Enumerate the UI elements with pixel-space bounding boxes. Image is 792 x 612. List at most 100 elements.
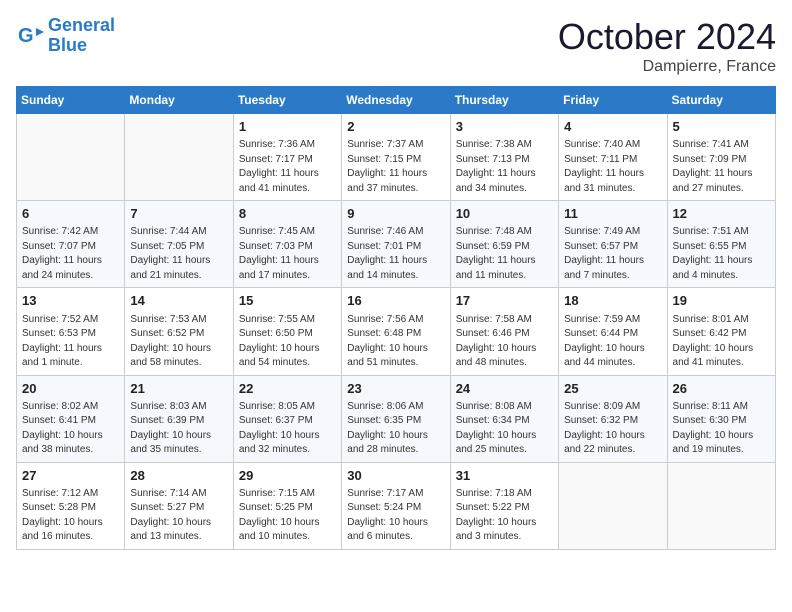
- day-info: Sunrise: 8:05 AM Sunset: 6:37 PM Dayligh…: [239, 400, 336, 458]
- calendar-cell: 3 Sunrise: 7:38 AM Sunset: 7:13 PM Daylig…: [450, 114, 558, 201]
- logo-icon: G: [16, 22, 44, 50]
- day-info: Sunrise: 7:15 AM Sunset: 5:25 PM Dayligh…: [239, 487, 336, 545]
- calendar-cell: 27 Sunrise: 7:12 AM Sunset: 5:28 PM Dayli…: [17, 462, 125, 549]
- calendar-cell: 4 Sunrise: 7:40 AM Sunset: 7:11 PM Daylig…: [559, 114, 667, 201]
- day-info: Sunrise: 7:41 AM Sunset: 7:09 PM Dayligh…: [673, 138, 770, 196]
- day-number: 13: [22, 292, 119, 310]
- day-info: Sunrise: 7:45 AM Sunset: 7:03 PM Dayligh…: [239, 225, 336, 283]
- day-number: 9: [347, 205, 444, 223]
- calendar-cell: 31 Sunrise: 7:18 AM Sunset: 5:22 PM Dayli…: [450, 462, 558, 549]
- day-info: Sunrise: 7:17 AM Sunset: 5:24 PM Dayligh…: [347, 487, 444, 545]
- day-number: 21: [130, 380, 227, 398]
- day-info: Sunrise: 8:06 AM Sunset: 6:35 PM Dayligh…: [347, 400, 444, 458]
- calendar-week-row: 27 Sunrise: 7:12 AM Sunset: 5:28 PM Dayli…: [17, 462, 776, 549]
- day-info: Sunrise: 7:36 AM Sunset: 7:17 PM Dayligh…: [239, 138, 336, 196]
- day-number: 28: [130, 467, 227, 485]
- header-monday: Monday: [125, 87, 233, 114]
- calendar-cell: 12 Sunrise: 7:51 AM Sunset: 6:55 PM Dayli…: [667, 201, 775, 288]
- day-number: 25: [564, 380, 661, 398]
- calendar-cell: 6 Sunrise: 7:42 AM Sunset: 7:07 PM Daylig…: [17, 201, 125, 288]
- svg-text:G: G: [18, 25, 34, 47]
- day-number: 20: [22, 380, 119, 398]
- month-title: October 2024: [558, 16, 776, 58]
- day-number: 16: [347, 292, 444, 310]
- day-number: 22: [239, 380, 336, 398]
- day-number: 27: [22, 467, 119, 485]
- header-sunday: Sunday: [17, 87, 125, 114]
- calendar-cell: 8 Sunrise: 7:45 AM Sunset: 7:03 PM Daylig…: [233, 201, 341, 288]
- calendar-cell: 24 Sunrise: 8:08 AM Sunset: 6:34 PM Dayli…: [450, 375, 558, 462]
- location-subtitle: Dampierre, France: [558, 58, 776, 76]
- calendar-cell: 5 Sunrise: 7:41 AM Sunset: 7:09 PM Daylig…: [667, 114, 775, 201]
- page-header: G General Blue October 2024 Dampierre, F…: [16, 16, 776, 76]
- calendar-cell: 26 Sunrise: 8:11 AM Sunset: 6:30 PM Dayli…: [667, 375, 775, 462]
- calendar-week-row: 20Sunrise: 8:02 AM Sunset: 6:41 PM Dayli…: [17, 375, 776, 462]
- day-info: Sunrise: 8:09 AM Sunset: 6:32 PM Dayligh…: [564, 400, 661, 458]
- day-info: Sunrise: 7:56 AM Sunset: 6:48 PM Dayligh…: [347, 313, 444, 371]
- header-wednesday: Wednesday: [342, 87, 450, 114]
- logo-line1: General: [48, 15, 115, 35]
- header-thursday: Thursday: [450, 87, 558, 114]
- header-tuesday: Tuesday: [233, 87, 341, 114]
- day-info: Sunrise: 8:08 AM Sunset: 6:34 PM Dayligh…: [456, 400, 553, 458]
- day-number: 19: [673, 292, 770, 310]
- calendar-header-row: SundayMondayTuesdayWednesdayThursdayFrid…: [17, 87, 776, 114]
- day-info: Sunrise: 7:48 AM Sunset: 6:59 PM Dayligh…: [456, 225, 553, 283]
- day-number: 6: [22, 205, 119, 223]
- calendar-cell: 1Sunrise: 7:36 AM Sunset: 7:17 PM Daylig…: [233, 114, 341, 201]
- calendar-cell: [559, 462, 667, 549]
- calendar-cell: 22 Sunrise: 8:05 AM Sunset: 6:37 PM Dayli…: [233, 375, 341, 462]
- calendar-cell: 17Sunrise: 7:58 AM Sunset: 6:46 PM Dayli…: [450, 288, 558, 375]
- day-info: Sunrise: 7:49 AM Sunset: 6:57 PM Dayligh…: [564, 225, 661, 283]
- day-number: 3: [456, 118, 553, 136]
- day-number: 4: [564, 118, 661, 136]
- calendar-cell: 23Sunrise: 8:06 AM Sunset: 6:35 PM Dayli…: [342, 375, 450, 462]
- day-number: 26: [673, 380, 770, 398]
- day-number: 7: [130, 205, 227, 223]
- header-saturday: Saturday: [667, 87, 775, 114]
- day-number: 17: [456, 292, 553, 310]
- day-number: 29: [239, 467, 336, 485]
- day-info: Sunrise: 7:40 AM Sunset: 7:11 PM Dayligh…: [564, 138, 661, 196]
- day-number: 10: [456, 205, 553, 223]
- logo-text: General Blue: [48, 16, 115, 56]
- day-info: Sunrise: 7:52 AM Sunset: 6:53 PM Dayligh…: [22, 313, 119, 371]
- calendar-table: SundayMondayTuesdayWednesdayThursdayFrid…: [16, 86, 776, 550]
- calendar-cell: 30Sunrise: 7:17 AM Sunset: 5:24 PM Dayli…: [342, 462, 450, 549]
- calendar-cell: 20Sunrise: 8:02 AM Sunset: 6:41 PM Dayli…: [17, 375, 125, 462]
- calendar-week-row: 13 Sunrise: 7:52 AM Sunset: 6:53 PM Dayli…: [17, 288, 776, 375]
- calendar-cell: 18Sunrise: 7:59 AM Sunset: 6:44 PM Dayli…: [559, 288, 667, 375]
- day-info: Sunrise: 7:42 AM Sunset: 7:07 PM Dayligh…: [22, 225, 119, 283]
- day-info: Sunrise: 7:53 AM Sunset: 6:52 PM Dayligh…: [130, 313, 227, 371]
- calendar-cell: 28Sunrise: 7:14 AM Sunset: 5:27 PM Dayli…: [125, 462, 233, 549]
- day-info: Sunrise: 7:55 AM Sunset: 6:50 PM Dayligh…: [239, 313, 336, 371]
- day-info: Sunrise: 7:38 AM Sunset: 7:13 PM Dayligh…: [456, 138, 553, 196]
- calendar-cell: 2Sunrise: 7:37 AM Sunset: 7:15 PM Daylig…: [342, 114, 450, 201]
- day-number: 12: [673, 205, 770, 223]
- day-info: Sunrise: 7:12 AM Sunset: 5:28 PM Dayligh…: [22, 487, 119, 545]
- calendar-cell: 7Sunrise: 7:44 AM Sunset: 7:05 PM Daylig…: [125, 201, 233, 288]
- calendar-cell: 11Sunrise: 7:49 AM Sunset: 6:57 PM Dayli…: [559, 201, 667, 288]
- calendar-cell: 13 Sunrise: 7:52 AM Sunset: 6:53 PM Dayli…: [17, 288, 125, 375]
- day-number: 24: [456, 380, 553, 398]
- day-info: Sunrise: 7:37 AM Sunset: 7:15 PM Dayligh…: [347, 138, 444, 196]
- calendar-cell: [667, 462, 775, 549]
- day-info: Sunrise: 8:11 AM Sunset: 6:30 PM Dayligh…: [673, 400, 770, 458]
- calendar-cell: [125, 114, 233, 201]
- calendar-cell: 16 Sunrise: 7:56 AM Sunset: 6:48 PM Dayli…: [342, 288, 450, 375]
- day-number: 31: [456, 467, 553, 485]
- day-info: Sunrise: 8:01 AM Sunset: 6:42 PM Dayligh…: [673, 313, 770, 371]
- calendar-cell: 19 Sunrise: 8:01 AM Sunset: 6:42 PM Dayli…: [667, 288, 775, 375]
- calendar-week-row: 1Sunrise: 7:36 AM Sunset: 7:17 PM Daylig…: [17, 114, 776, 201]
- calendar-cell: [17, 114, 125, 201]
- calendar-cell: 9Sunrise: 7:46 AM Sunset: 7:01 PM Daylig…: [342, 201, 450, 288]
- day-info: Sunrise: 8:03 AM Sunset: 6:39 PM Dayligh…: [130, 400, 227, 458]
- day-info: Sunrise: 7:51 AM Sunset: 6:55 PM Dayligh…: [673, 225, 770, 283]
- day-number: 5: [673, 118, 770, 136]
- logo-line2: Blue: [48, 35, 87, 55]
- day-info: Sunrise: 7:18 AM Sunset: 5:22 PM Dayligh…: [456, 487, 553, 545]
- calendar-week-row: 6 Sunrise: 7:42 AM Sunset: 7:07 PM Daylig…: [17, 201, 776, 288]
- day-number: 8: [239, 205, 336, 223]
- calendar-cell: 15Sunrise: 7:55 AM Sunset: 6:50 PM Dayli…: [233, 288, 341, 375]
- title-block: October 2024 Dampierre, France: [558, 16, 776, 76]
